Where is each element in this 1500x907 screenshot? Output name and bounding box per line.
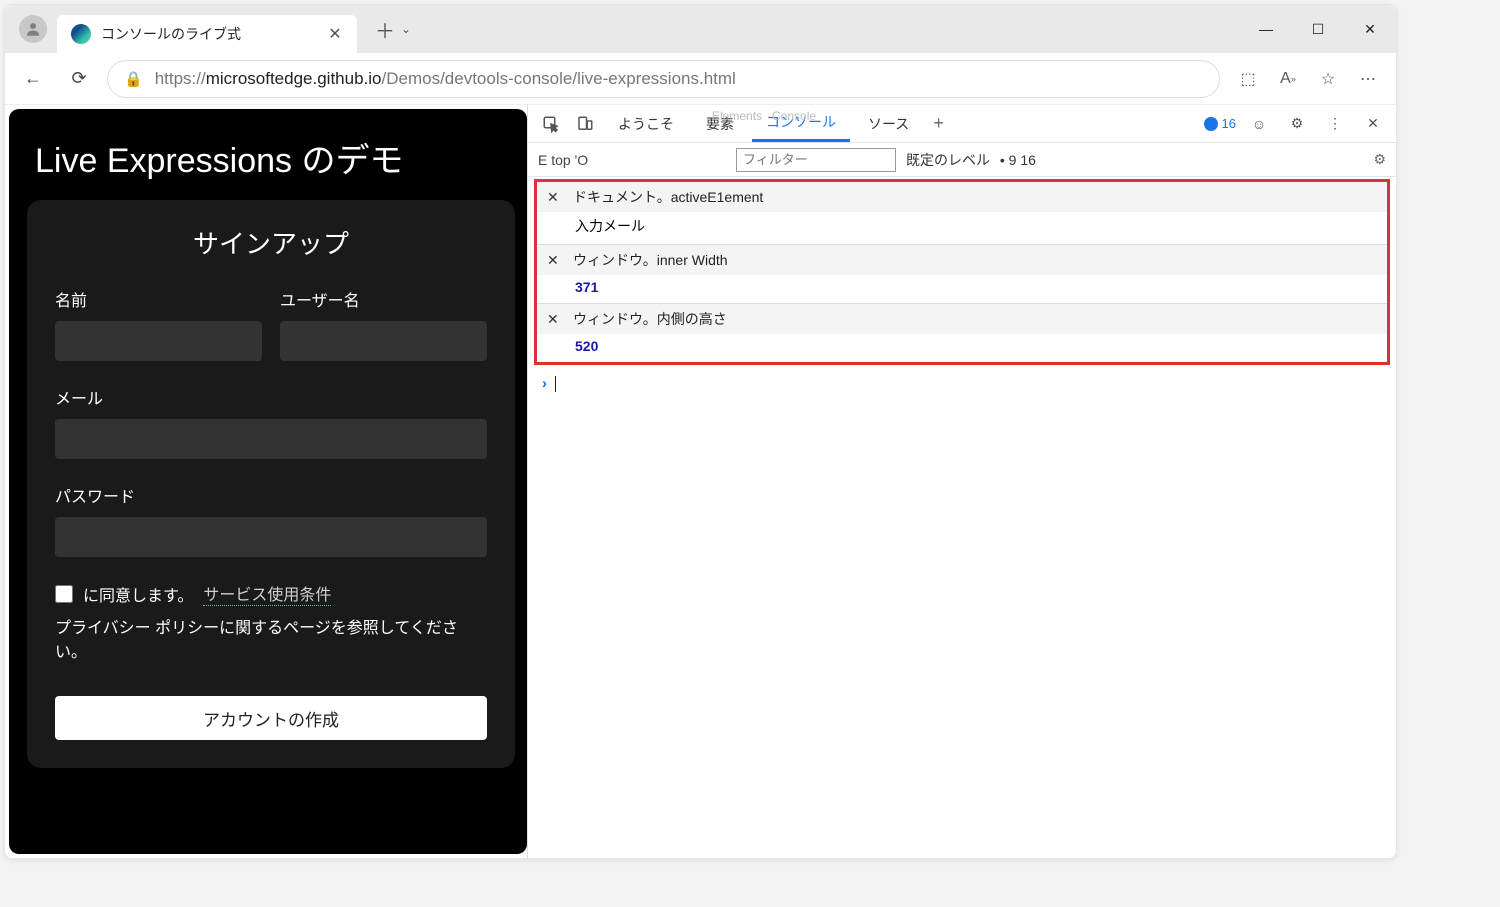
browser-window: コンソールのライブ式 ✕ ＋ ⌄ ― ☐ ✕ ← ⟳ 🔒 https://mic… — [4, 4, 1397, 859]
password-input[interactable] — [55, 517, 487, 557]
feedback-icon[interactable]: ☺ — [1244, 109, 1274, 139]
live-remove-icon[interactable]: ✕ — [547, 189, 563, 206]
tab-title: コンソールのライブ式 — [101, 24, 317, 44]
issues-dot-icon — [1204, 117, 1218, 131]
console-settings-icon[interactable]: ⚙ — [1373, 151, 1386, 168]
favorite-icon[interactable]: ☆ — [1310, 61, 1346, 97]
profile-avatar[interactable] — [19, 15, 47, 43]
url-field[interactable]: 🔒 https://microsoftedge.github.io/Demos/… — [107, 60, 1220, 98]
live-remove-icon[interactable]: ✕ — [547, 252, 563, 269]
more-icon[interactable]: ⋯ — [1350, 61, 1386, 97]
titlebar: コンソールのライブ式 ✕ ＋ ⌄ ― ☐ ✕ — [5, 5, 1396, 53]
email-label: メール — [55, 385, 487, 409]
minimize-button[interactable]: ― — [1240, 5, 1292, 53]
devtools-panel: ようこそ Elements 要素 Console コンソール ソース + 16 … — [527, 105, 1396, 858]
devtools-tabbar: ようこそ Elements 要素 Console コンソール ソース + 16 … — [528, 105, 1396, 143]
username-label: ユーザー名 — [280, 287, 487, 311]
create-account-button[interactable]: アカウントの作成 — [55, 696, 487, 740]
address-bar: ← ⟳ 🔒 https://microsoftedge.github.io/De… — [5, 53, 1396, 105]
tab-welcome[interactable]: ようこそ — [604, 106, 688, 142]
edge-favicon — [71, 24, 91, 44]
live-expression-value: 入力メール — [575, 218, 645, 234]
live-expression-row: ✕ ウィンドウ。内側の高さ 520 — [537, 304, 1387, 362]
live-expression-value: 371 — [575, 279, 598, 295]
issues-count: 16 — [1222, 116, 1236, 131]
live-expression-text[interactable]: ウィンドウ。inner Width — [573, 250, 728, 270]
execution-context[interactable]: E top 'O — [538, 152, 726, 168]
maximize-button[interactable]: ☐ — [1292, 5, 1344, 53]
settings-icon[interactable]: ⚙ — [1282, 109, 1312, 139]
live-expression-text[interactable]: ドキュメント。activeE1ement — [573, 187, 763, 207]
console-toolbar: E top 'O 既定のレベル • 9 16 ⚙ — [528, 143, 1396, 177]
inspect-icon[interactable] — [536, 109, 566, 139]
tab-close-icon[interactable]: ✕ — [327, 26, 343, 42]
tab-sources[interactable]: ソース — [854, 106, 923, 142]
name-label: 名前 — [55, 287, 262, 311]
read-aloud-icon[interactable]: A» — [1270, 61, 1306, 97]
tos-link[interactable]: サービス使用条件 — [203, 581, 331, 606]
refresh-button[interactable]: ⟳ — [61, 61, 97, 97]
password-label: パスワード — [55, 483, 487, 507]
tab-console-ghost: Console — [758, 105, 830, 134]
tab-dropdown-icon[interactable]: ⌄ — [401, 22, 411, 36]
email-input[interactable] — [55, 419, 487, 459]
device-icon[interactable] — [570, 109, 600, 139]
issues-badge[interactable]: 16 — [1204, 116, 1236, 131]
signup-heading: サインアップ — [55, 224, 487, 261]
live-remove-icon[interactable]: ✕ — [547, 311, 563, 328]
live-expression-row: ✕ ウィンドウ。inner Width 371 — [537, 245, 1387, 304]
kebab-icon[interactable]: ⋮ — [1320, 109, 1350, 139]
page-title: Live Expressions のデモ — [35, 133, 507, 182]
signup-card: サインアップ 名前 ユーザー名 メール — [27, 200, 515, 768]
log-level-label[interactable]: 既定のレベル • 9 16 — [906, 150, 1036, 170]
tab-add-icon[interactable]: + — [927, 113, 950, 134]
prompt-chevron-icon: › — [542, 375, 547, 392]
prompt-cursor — [555, 376, 556, 392]
name-input[interactable] — [55, 321, 262, 361]
agree-text: に同意します。 — [83, 582, 193, 606]
window-controls: ― ☐ ✕ — [1240, 5, 1396, 53]
app-icon[interactable]: ⬚ — [1230, 61, 1266, 97]
live-expression-value: 520 — [575, 338, 598, 354]
content-area: Live Expressions のデモ サインアップ 名前 ユーザー名 メール — [5, 105, 1396, 858]
close-window-button[interactable]: ✕ — [1344, 5, 1396, 53]
close-devtools-icon[interactable]: ✕ — [1358, 109, 1388, 139]
username-input[interactable] — [280, 321, 487, 361]
url-host: microsoftedge.github.io — [206, 69, 382, 88]
live-expression-text[interactable]: ウィンドウ。内側の高さ — [573, 309, 727, 329]
live-expressions-box: ✕ ドキュメント。activeE1ement 入力メール ✕ ウィンドウ。inn… — [534, 179, 1390, 365]
filter-input[interactable] — [736, 148, 896, 172]
live-expression-row: ✕ ドキュメント。activeE1ement 入力メール — [537, 182, 1387, 245]
url-path: /Demos/devtools-console/live-expressions… — [382, 69, 736, 88]
lock-icon: 🔒 — [124, 70, 143, 88]
console-prompt[interactable]: › — [528, 367, 1396, 400]
agree-checkbox[interactable] — [55, 585, 73, 603]
browser-tab[interactable]: コンソールのライブ式 ✕ — [57, 15, 357, 53]
user-icon — [24, 20, 42, 38]
new-tab-button[interactable]: ＋ — [371, 15, 399, 44]
back-button[interactable]: ← — [15, 61, 51, 97]
policy-note: プライバシー ポリシーに関するページを参照してください。 — [55, 614, 487, 662]
demo-page: Live Expressions のデモ サインアップ 名前 ユーザー名 メール — [9, 109, 527, 854]
url-prefix: https:// — [155, 69, 206, 88]
